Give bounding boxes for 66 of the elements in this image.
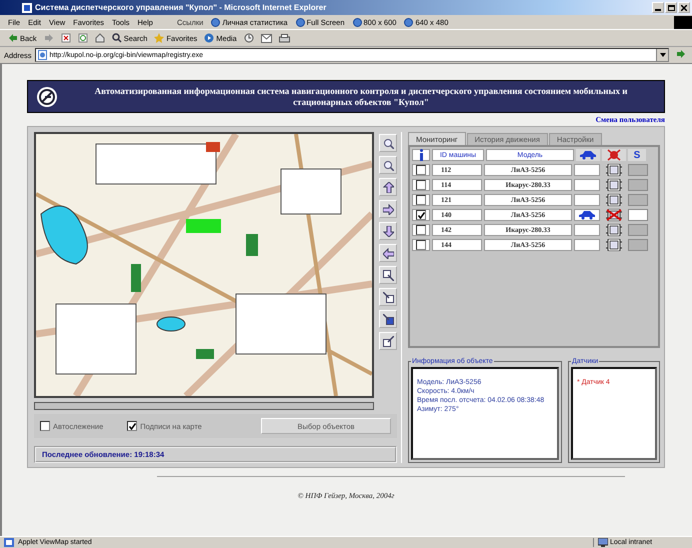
check-icon	[418, 212, 424, 218]
car-icon	[578, 210, 596, 220]
scroll-bar[interactable]	[34, 402, 374, 410]
history-button[interactable]	[242, 33, 256, 43]
refresh-icon	[78, 33, 88, 43]
printer-icon	[278, 34, 290, 42]
checkbox[interactable]	[416, 165, 426, 175]
zoom-out-button[interactable]	[379, 156, 397, 174]
dropdown-arrow-icon	[660, 53, 666, 57]
magnifier-icon	[382, 160, 394, 170]
mail-button[interactable]	[258, 34, 274, 42]
checkbox[interactable]	[416, 180, 426, 190]
media-icon	[204, 33, 214, 43]
home-icon	[94, 33, 105, 43]
globe-icon	[404, 18, 414, 26]
car-icon	[579, 150, 597, 160]
up-arrow-icon	[382, 182, 394, 192]
right-arrow-icon	[382, 204, 394, 214]
close-icon	[681, 4, 687, 10]
alarm-icon	[607, 149, 621, 161]
print-button[interactable]	[276, 34, 292, 42]
forward-arrow-icon	[44, 33, 54, 43]
pan-left-button[interactable]	[379, 244, 397, 262]
close-button[interactable]	[678, 2, 690, 13]
magnifier-icon	[382, 138, 394, 148]
logo-icon	[36, 86, 58, 108]
maximize-button[interactable]	[665, 2, 677, 13]
page-icon	[38, 50, 47, 60]
map-tool-button[interactable]	[379, 266, 397, 284]
checkbox[interactable]	[416, 210, 426, 220]
globe-icon	[296, 18, 305, 26]
envelope-icon	[260, 34, 272, 42]
pan-down-button[interactable]	[379, 222, 397, 240]
left-arrow-icon	[382, 248, 394, 258]
go-arrow-icon	[676, 49, 686, 59]
home-button[interactable]	[92, 33, 107, 43]
pan-up-button[interactable]	[379, 178, 397, 196]
header-title: Автоматизированная информационная система навигационного контроля и диспетчерского управления состоянием мобильных и стационарных объектов "Купол"	[94, 86, 628, 108]
checkbox[interactable]	[40, 421, 50, 431]
map-tool-button[interactable]	[379, 310, 397, 328]
refresh-button[interactable]	[76, 33, 90, 43]
stop-button[interactable]	[58, 33, 73, 43]
zoom-in-button[interactable]	[379, 134, 397, 152]
star-icon	[154, 33, 164, 43]
globe-icon	[211, 18, 220, 26]
map-tool-button[interactable]	[379, 288, 397, 306]
stop-icon	[60, 33, 71, 43]
pan-right-button[interactable]	[379, 200, 397, 218]
checkbox[interactable]	[416, 195, 426, 205]
window-icon	[22, 2, 32, 12]
column-header[interactable]: S	[628, 149, 646, 161]
maximize-icon	[668, 4, 674, 10]
checkbox[interactable]	[416, 225, 426, 235]
checkbox[interactable]	[127, 421, 138, 431]
checkbox[interactable]	[416, 240, 426, 250]
minimize-button[interactable]	[652, 2, 664, 13]
search-icon	[112, 33, 122, 43]
check-icon	[128, 422, 136, 430]
intranet-icon	[598, 538, 608, 547]
clock-icon	[244, 33, 254, 43]
window-title: Система диспетчерского управления "Купол" - Microsoft Internet Explorer	[35, 3, 328, 12]
down-arrow-icon	[382, 226, 394, 236]
map-tool-button[interactable]	[379, 332, 397, 350]
browser-logo	[674, 16, 692, 28]
globe-icon	[352, 18, 362, 26]
back-arrow-icon	[8, 33, 18, 43]
